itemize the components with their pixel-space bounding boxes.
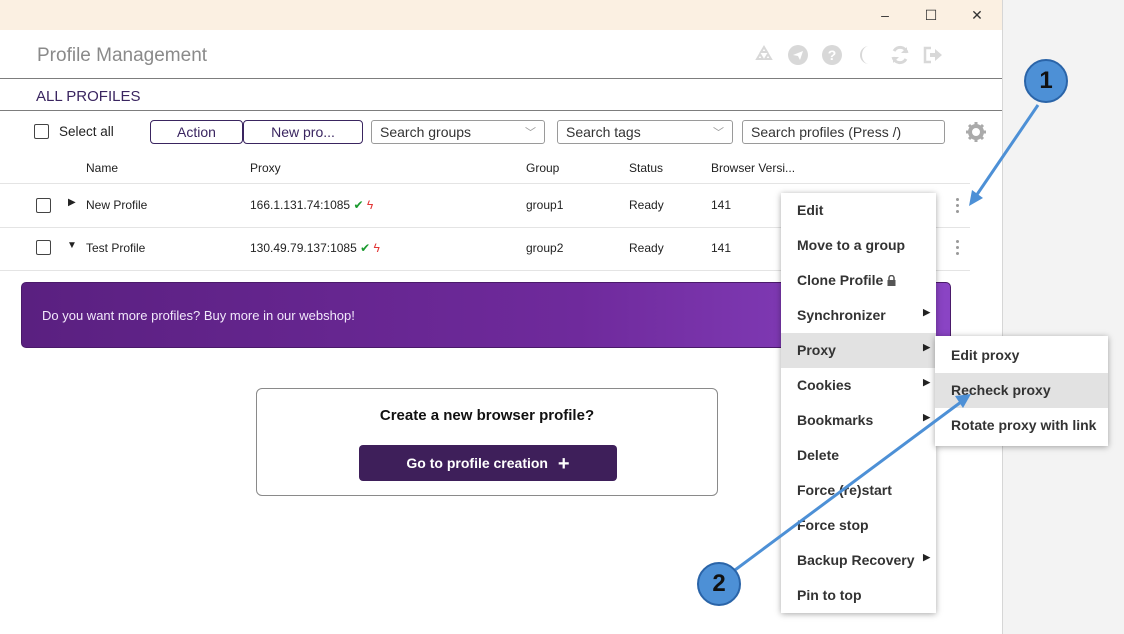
maximize-button[interactable]: ☐ xyxy=(908,0,954,30)
new-profile-button[interactable]: New pro... xyxy=(243,120,363,144)
proxy-address: 166.1.131.74:1085 xyxy=(250,198,351,212)
menu-item-force-stop[interactable]: Force stop xyxy=(781,508,936,543)
search-tags-select[interactable]: Search tags ﹀ xyxy=(557,120,733,144)
submenu-item-rotate-proxy[interactable]: Rotate proxy with link xyxy=(935,408,1108,443)
proxy-cell: 130.49.79.137:1085 ✔ ϟ xyxy=(250,241,380,255)
select-all-label: Select all xyxy=(59,124,114,139)
group-cell: group2 xyxy=(526,241,564,255)
profile-name[interactable]: Test Profile xyxy=(86,241,145,255)
status-cell: Ready xyxy=(629,241,664,255)
lightning-icon[interactable]: ϟ xyxy=(367,198,373,212)
submenu-item-edit-proxy[interactable]: Edit proxy xyxy=(935,338,1108,373)
menu-item-backup-recovery[interactable]: Backup Recovery ▶ xyxy=(781,543,936,578)
submenu-arrow-icon: ▶ xyxy=(923,307,930,317)
logout-icon[interactable] xyxy=(922,44,944,66)
submenu-arrow-icon: ▶ xyxy=(923,377,930,387)
plus-icon: + xyxy=(557,453,570,475)
menu-item-force-restart[interactable]: Force (re)start xyxy=(781,473,936,508)
submenu-item-recheck-proxy[interactable]: Recheck proxy xyxy=(935,373,1108,408)
row-checkbox[interactable] xyxy=(36,198,51,213)
create-button-label: Go to profile creation xyxy=(406,455,548,471)
column-status[interactable]: Status xyxy=(629,161,663,175)
expand-arrow-icon[interactable]: ▶ xyxy=(68,197,76,208)
profile-name[interactable]: New Profile xyxy=(86,198,147,212)
check-icon: ✔ xyxy=(360,241,371,255)
chevron-down-icon: ﹀ xyxy=(525,127,536,139)
column-group[interactable]: Group xyxy=(526,161,559,175)
lock-icon xyxy=(887,275,896,286)
search-groups-select[interactable]: Search groups ﹀ xyxy=(371,120,545,144)
select-all-checkbox[interactable] xyxy=(34,124,49,139)
menu-item-move-to-group[interactable]: Move to a group xyxy=(781,228,936,263)
proxy-submenu: Edit proxy Recheck proxy Rotate proxy wi… xyxy=(935,336,1108,446)
section-title: ALL PROFILES xyxy=(36,88,141,105)
header-divider xyxy=(0,78,1002,79)
menu-item-delete[interactable]: Delete xyxy=(781,438,936,473)
page-title: Profile Management xyxy=(37,45,208,66)
context-menu: Edit Move to a group Clone Profile Synch… xyxy=(781,193,936,613)
proxy-cell: 166.1.131.74:1085 ✔ ϟ xyxy=(250,198,373,212)
more-options-icon[interactable] xyxy=(956,240,960,258)
moon-icon[interactable] xyxy=(855,44,877,66)
menu-item-synchronizer[interactable]: Synchronizer ▶ xyxy=(781,298,936,333)
column-browser-version[interactable]: Browser Versi... xyxy=(711,161,795,175)
help-icon[interactable]: ? xyxy=(821,44,843,66)
version-cell: 141 xyxy=(711,241,732,255)
collapse-arrow-icon[interactable]: ▼ xyxy=(67,240,77,251)
annotation-badge-2: 2 xyxy=(697,562,741,606)
proxy-address: 130.49.79.137:1085 xyxy=(250,241,357,255)
submenu-arrow-icon: ▶ xyxy=(923,412,930,422)
menu-item-clone-profile[interactable]: Clone Profile xyxy=(781,263,936,298)
search-profiles-input[interactable]: Search profiles (Press /) xyxy=(742,120,945,144)
column-proxy[interactable]: Proxy xyxy=(250,161,281,175)
action-button[interactable]: Action xyxy=(150,120,243,144)
group-cell: group1 xyxy=(526,198,564,212)
title-bar: – ☐ ✕ xyxy=(0,0,1002,30)
column-name[interactable]: Name xyxy=(86,161,118,175)
create-profile-card: Create a new browser profile? Go to prof… xyxy=(256,388,718,496)
go-to-profile-creation-button[interactable]: Go to profile creation + xyxy=(359,445,617,481)
annotation-badge-1: 1 xyxy=(1024,59,1068,103)
check-icon: ✔ xyxy=(353,198,364,212)
menu-item-bookmarks[interactable]: Bookmarks ▶ xyxy=(781,403,936,438)
section-divider xyxy=(0,110,1002,111)
close-button[interactable]: ✕ xyxy=(954,0,1000,30)
version-cell: 141 xyxy=(711,198,732,212)
svg-text:?: ? xyxy=(828,47,837,63)
row-checkbox[interactable] xyxy=(36,240,51,255)
status-cell: Ready xyxy=(629,198,664,212)
gear-icon[interactable] xyxy=(965,121,987,143)
banner-text: Do you want more profiles? Buy more in o… xyxy=(42,308,355,323)
minimize-button[interactable]: – xyxy=(862,0,908,30)
more-options-icon[interactable] xyxy=(956,198,960,216)
create-profile-title: Create a new browser profile? xyxy=(379,407,595,424)
menu-item-proxy[interactable]: Proxy ▶ xyxy=(781,333,936,368)
search-tags-placeholder: Search tags xyxy=(566,124,641,140)
search-groups-placeholder: Search groups xyxy=(380,124,472,140)
telegram-icon[interactable] xyxy=(787,44,809,66)
menu-item-pin-to-top[interactable]: Pin to top xyxy=(781,578,936,613)
submenu-arrow-icon: ▶ xyxy=(923,342,930,352)
search-profiles-placeholder: Search profiles (Press /) xyxy=(751,124,902,140)
menu-item-edit[interactable]: Edit xyxy=(781,193,936,228)
chevron-down-icon: ﹀ xyxy=(713,127,724,139)
recycle-icon[interactable] xyxy=(753,44,775,66)
submenu-arrow-icon: ▶ xyxy=(923,552,930,562)
menu-item-cookies[interactable]: Cookies ▶ xyxy=(781,368,936,403)
refresh-icon[interactable] xyxy=(889,44,911,66)
lightning-icon[interactable]: ϟ xyxy=(374,241,380,255)
